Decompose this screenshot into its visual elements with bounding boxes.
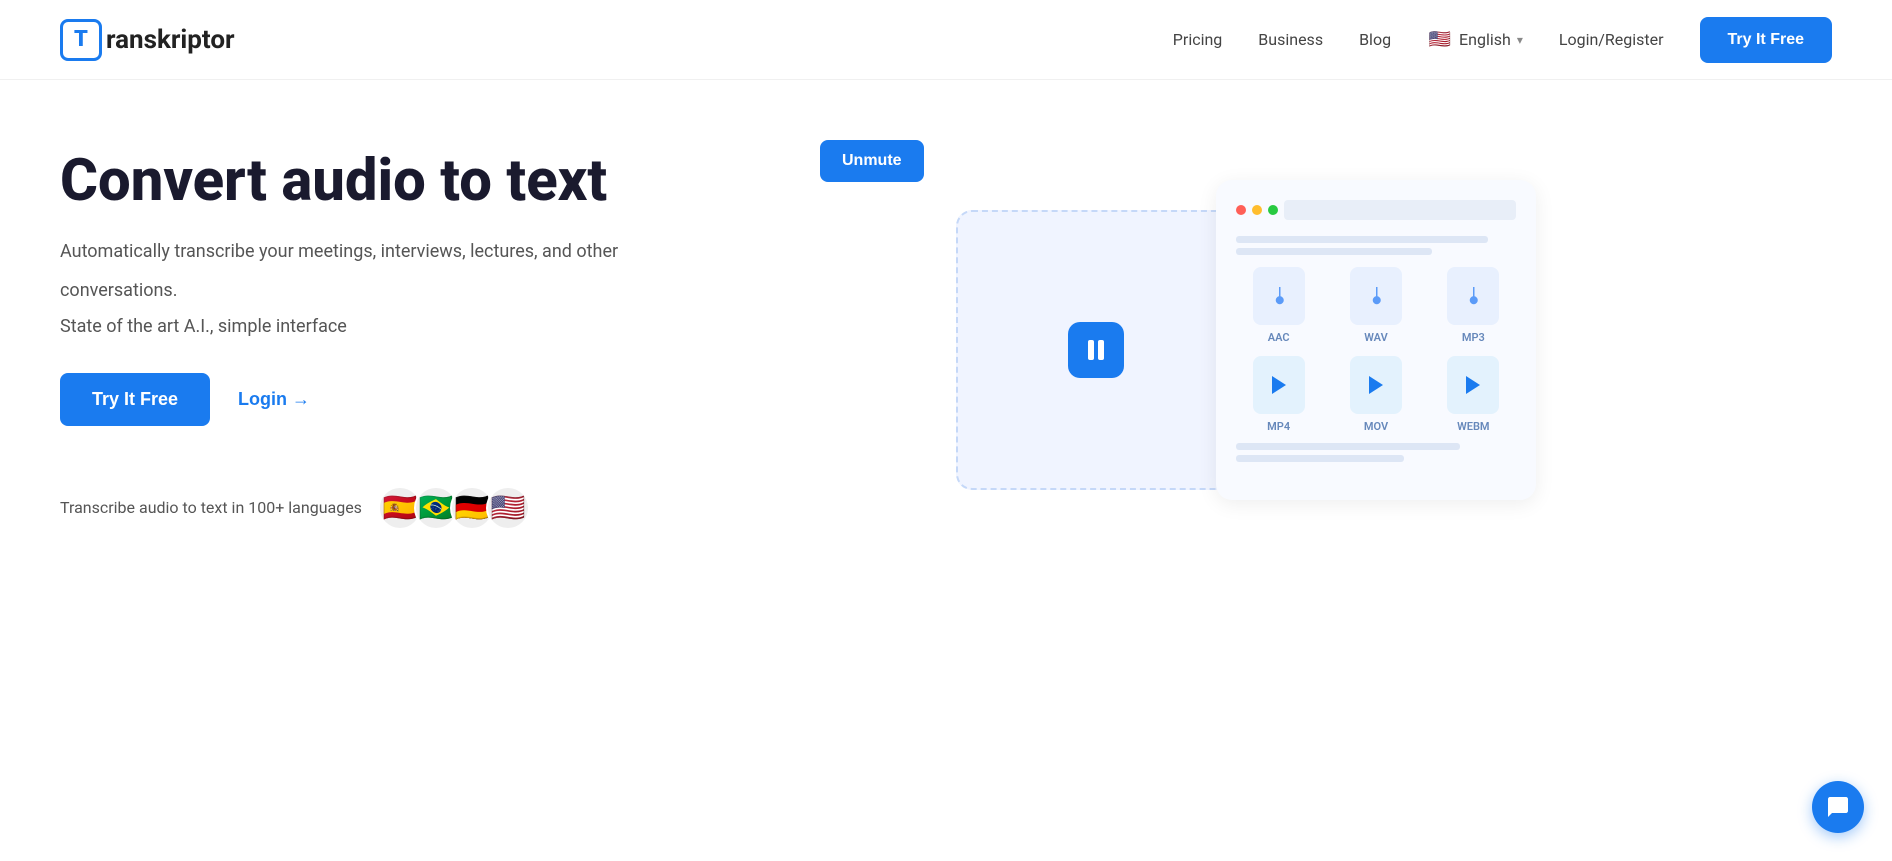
play-icon-webm [1466,376,1480,394]
pause-bar-right [1098,340,1104,360]
hero-title: Convert audio to text [60,150,660,214]
language-flag: 🇺🇸 [1427,27,1453,53]
play-icon-mov [1369,376,1383,394]
chat-bubble-button[interactable] [1812,781,1864,833]
main-nav: Pricing Business Blog 🇺🇸 English ▾ Login… [1173,17,1832,63]
logo[interactable]: T ranskriptor [60,19,235,61]
nav-pricing[interactable]: Pricing [1173,30,1223,49]
hero-left: Convert audio to text Automatically tran… [60,150,660,529]
dot-green [1268,205,1278,215]
flag-us: 🇺🇸 [486,486,530,530]
format-icon-wav [1350,267,1402,325]
dot-red [1236,205,1246,215]
language-label: English [1459,30,1511,49]
format-aac: AAC [1236,267,1321,344]
text-line [1236,248,1432,255]
hero-login-button[interactable]: Login → [238,389,310,410]
hero-right: Unmute [660,140,1832,540]
hero-section: Convert audio to text Automatically tran… [0,80,1892,620]
format-label-mov: MOV [1364,420,1388,433]
format-mp4: MP4 [1236,356,1321,433]
text-line-b1 [1236,443,1460,450]
format-mov: MOV [1333,356,1418,433]
browser-bar [1236,200,1516,220]
language-selector[interactable]: 🇺🇸 English ▾ [1427,27,1523,53]
flag-stack: 🇪🇸 🇧🇷 🇩🇪 🇺🇸 [378,486,530,530]
chevron-down-icon: ▾ [1517,33,1523,47]
nav-blog[interactable]: Blog [1359,30,1391,49]
logo-icon: T [60,19,102,61]
format-label-mp4: MP4 [1267,420,1290,433]
format-icon-aac [1253,267,1305,325]
languages-row: Transcribe audio to text in 100+ languag… [60,486,660,530]
formats-panel: AAC WAV [1216,180,1536,500]
format-label-webm: WEBM [1457,420,1489,433]
text-line [1236,236,1488,243]
pause-bar-left [1088,340,1094,360]
hero-buttons: Try It Free Login → [60,373,660,426]
format-icon-mp3 [1447,267,1499,325]
play-icon-mp4 [1272,376,1286,394]
hero-cta-button[interactable]: Try It Free [60,373,210,426]
illustration: AAC WAV [956,180,1536,540]
format-mp3: MP3 [1431,267,1516,344]
format-grid: AAC WAV [1236,267,1516,433]
format-wav: WAV [1333,267,1418,344]
text-lines-top [1236,236,1516,255]
pause-button[interactable] [1068,322,1124,378]
nav-business[interactable]: Business [1258,30,1323,49]
unmute-button[interactable]: Unmute [820,140,924,182]
format-label-mp3: MP3 [1462,331,1485,344]
text-line-b2 [1236,455,1404,462]
languages-text: Transcribe audio to text in 100+ languag… [60,498,362,517]
login-register-link[interactable]: Login/Register [1559,30,1664,49]
waveform-panel [956,210,1236,490]
hero-subtitle-1: Automatically transcribe your meetings, … [60,238,660,267]
format-webm: WEBM [1431,356,1516,433]
hero-subtitle-2: conversations. [60,277,660,306]
hero-subtitle-3: State of the art A.I., simple interface [60,316,660,337]
format-icon-mp4 [1253,356,1305,414]
logo-text: ranskriptor [106,25,235,55]
browser-search-bar [1284,200,1516,220]
format-label-wav: WAV [1364,331,1387,344]
dot-yellow [1252,205,1262,215]
format-label-aac: AAC [1268,331,1290,344]
format-icon-webm [1447,356,1499,414]
text-lines-bottom [1236,443,1516,462]
format-icon-mov [1350,356,1402,414]
header-cta-button[interactable]: Try It Free [1700,17,1832,63]
chat-icon [1826,795,1850,819]
